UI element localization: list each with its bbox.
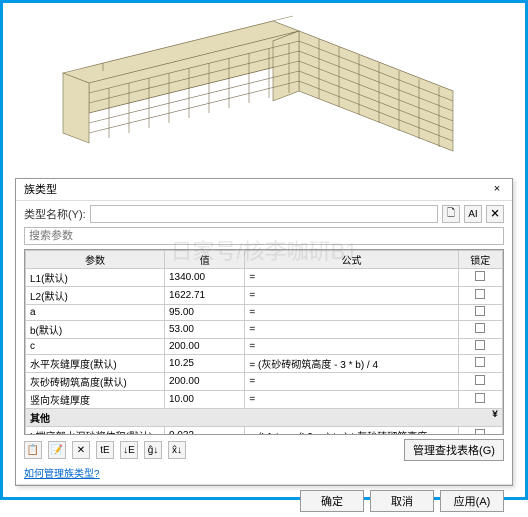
param-cell[interactable]: L端底部水泥砂浆体积(默认) [26,427,165,436]
table-row[interactable]: L端底部水泥砂浆体积(默认)0.032= (L1 * c + (L2 - c) … [26,427,503,436]
value-cell[interactable]: 95.00 [164,305,244,321]
lock-checkbox[interactable] [475,340,485,350]
ok-button[interactable]: 确定 [300,490,364,512]
rename-type-icon[interactable]: AI [464,205,482,223]
sort-az-icon[interactable]: ĝ↓ [144,441,162,459]
value-cell[interactable]: 200.00 [164,339,244,355]
manage-lookup-button[interactable]: 管理查找表格(G) [404,439,504,461]
lock-cell[interactable] [458,269,502,287]
formula-cell[interactable]: = [245,391,458,409]
parameter-grid[interactable]: 参数 值 公式 锁定 L1(默认)1340.00=L2(默认)1622.71=a… [24,249,504,435]
formula-cell[interactable]: = (L1 * c + (L2 - c) * c) * 灰砂砖砌筑高度 - a [245,427,458,436]
table-row[interactable]: 灰砂砖砌筑高度(默认)200.00= [26,373,503,391]
formula-cell[interactable]: = [245,321,458,339]
table-row[interactable]: 竖向灰缝厚度10.00= [26,391,503,409]
col-header-value[interactable]: 值 [164,251,244,269]
lock-checkbox[interactable] [475,323,485,333]
family-types-dialog: 族类型 × 类型名称(Y): 🗋 AI 🗙 参数 值 公式 锁定 [15,178,513,486]
lock-checkbox[interactable] [475,357,485,367]
sort-za-icon[interactable]: x̂↓ [168,441,186,459]
param-cell[interactable]: 水平灰缝厚度(默认) [26,355,165,373]
lock-checkbox[interactable] [475,271,485,281]
delete-param-icon[interactable]: ✕ [72,441,90,459]
value-cell[interactable]: 53.00 [164,321,244,339]
value-cell[interactable]: 200.00 [164,373,244,391]
table-row[interactable]: c200.00= [26,339,503,355]
formula-cell[interactable]: = [245,373,458,391]
help-link[interactable]: 如何管理族类型? [24,469,100,480]
value-cell[interactable]: 1622.71 [164,287,244,305]
dialog-title-text: 族类型 [24,179,57,201]
group-other[interactable]: 其他¥ [26,409,503,427]
moveup-icon[interactable]: tE [96,441,114,459]
table-row[interactable]: 水平灰缝厚度(默认)10.25= (灰砂砖砌筑高度 - 3 * b) / 4 [26,355,503,373]
value-cell[interactable]: 10.25 [164,355,244,373]
lock-cell[interactable] [458,355,502,373]
value-cell[interactable]: 10.00 [164,391,244,409]
lock-cell[interactable] [458,427,502,436]
formula-cell[interactable]: = [245,339,458,355]
lock-checkbox[interactable] [475,393,485,403]
lock-checkbox[interactable] [475,306,485,316]
dialog-titlebar: 族类型 × [16,179,512,201]
lock-cell[interactable] [458,373,502,391]
table-row[interactable]: L1(默认)1340.00= [26,269,503,287]
param-toolbar: 📋 📝 ✕ tE ↓E ĝ↓ x̂↓ 管理查找表格(G) [16,435,512,465]
table-row[interactable]: b(默认)53.00= [26,321,503,339]
new-type-icon[interactable]: 🗋 [442,205,460,223]
col-header-lock[interactable]: 锁定 [458,251,502,269]
formula-cell[interactable]: = (灰砂砖砌筑高度 - 3 * b) / 4 [245,355,458,373]
close-icon[interactable]: × [490,183,504,197]
lock-cell[interactable] [458,391,502,409]
param-cell[interactable]: c [26,339,165,355]
brick-wall-3d-icon [53,13,483,168]
cancel-button[interactable]: 取消 [370,490,434,512]
param-cell[interactable]: a [26,305,165,321]
value-cell[interactable]: 0.032 [164,427,244,436]
model-viewport [3,3,525,168]
lock-checkbox[interactable] [475,289,485,299]
formula-cell[interactable]: = [245,269,458,287]
add-param-icon[interactable]: 📋 [24,441,42,459]
param-cell[interactable]: 灰砂砖砌筑高度(默认) [26,373,165,391]
lock-checkbox[interactable] [475,375,485,385]
param-cell[interactable]: 竖向灰缝厚度 [26,391,165,409]
value-cell[interactable]: 1340.00 [164,269,244,287]
apply-button[interactable]: 应用(A) [440,490,504,512]
formula-cell[interactable]: = [245,287,458,305]
col-header-formula[interactable]: 公式 [245,251,458,269]
lock-cell[interactable] [458,339,502,355]
search-input[interactable] [24,227,504,245]
lock-cell[interactable] [458,287,502,305]
param-cell[interactable]: b(默认) [26,321,165,339]
lock-cell[interactable] [458,321,502,339]
typename-label: 类型名称(Y): [24,206,86,222]
modify-param-icon[interactable]: 📝 [48,441,66,459]
formula-cell[interactable]: = [245,305,458,321]
typename-input[interactable] [90,205,438,223]
movedown-icon[interactable]: ↓E [120,441,138,459]
param-cell[interactable]: L2(默认) [26,287,165,305]
table-row[interactable]: L2(默认)1622.71= [26,287,503,305]
col-header-param[interactable]: 参数 [26,251,165,269]
lock-cell[interactable] [458,305,502,321]
param-cell[interactable]: L1(默认) [26,269,165,287]
table-row[interactable]: a95.00= [26,305,503,321]
delete-type-icon[interactable]: 🗙 [486,205,504,223]
